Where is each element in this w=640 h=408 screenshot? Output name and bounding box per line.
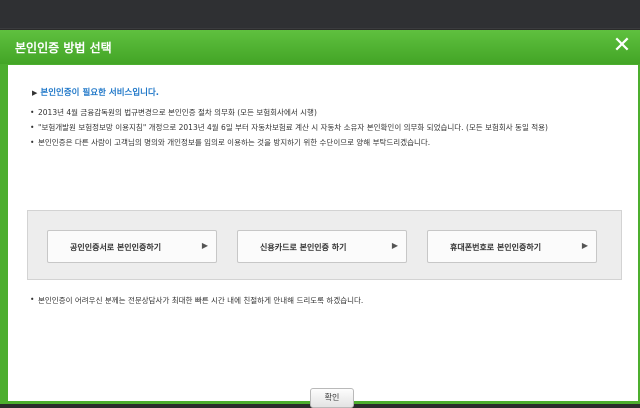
modal-title: 본인인증 방법 선택 xyxy=(15,41,112,55)
certificate-auth-button[interactable]: 공인인증서로 본인인증하기 ▶ xyxy=(47,230,217,263)
chevron-right-icon: ▶ xyxy=(201,241,208,250)
modal-body: ▶본인인증이 필요한 서비스입니다. 2013년 4월 금융감독원의 법규변경으… xyxy=(8,65,638,408)
notice-heading-text: 본인인증이 필요한 서비스입니다. xyxy=(40,88,160,98)
notice-item: 2013년 4월 금융감독원의 법규변경으로 본인인증 절차 의무화 (모든 보… xyxy=(30,107,630,119)
mobile-auth-button[interactable]: 휴대폰번호로 본인인증하기 ▶ xyxy=(427,230,597,263)
chevron-right-icon: ▶ xyxy=(391,241,398,250)
credit-card-auth-button[interactable]: 신용카드로 본인인증 하기 ▶ xyxy=(237,230,407,263)
chevron-right-icon: ▶ xyxy=(581,241,588,250)
notice-heading: ▶ 본인인증이 필요한 서비스입니다. xyxy=(32,86,159,98)
help-note: 본인인증이 어려우신 분께는 전문상담사가 최대한 빠른 시간 내에 친절하게 … xyxy=(30,295,363,306)
triangle-right-icon: ▶ xyxy=(32,89,38,97)
notice-item: 본인인증은 다른 사람이 고객님의 명의와 개인정보를 임의로 이용하는 것을 … xyxy=(30,137,630,149)
mobile-auth-label: 휴대폰번호로 본인인증하기 xyxy=(450,243,542,252)
auth-method-modal: 본인인증 방법 선택 ✕ ▶본인인증이 필요한 서비스입니다. 2013년 4월… xyxy=(0,30,640,408)
close-icon[interactable]: ✕ xyxy=(610,34,634,58)
notice-item: "보험개발원 보험정보망 이용지침" 개정으로 2013년 4월 6일 부터 자… xyxy=(30,122,630,134)
modal-header: 본인인증 방법 선택 ✕ xyxy=(0,30,640,64)
confirm-button[interactable]: 확인 xyxy=(310,388,354,408)
credit-card-auth-label: 신용카드로 본인인증 하기 xyxy=(260,243,347,252)
certificate-auth-label: 공인인증서로 본인인증하기 xyxy=(70,243,162,252)
background-page-header xyxy=(0,0,640,29)
auth-choice-panel: 공인인증서로 본인인증하기 ▶ 신용카드로 본인인증 하기 ▶ 휴대폰번호로 본… xyxy=(27,210,622,280)
notice-list: 2013년 4월 금융감독원의 법규변경으로 본인인증 절차 의무화 (모든 보… xyxy=(30,107,630,152)
